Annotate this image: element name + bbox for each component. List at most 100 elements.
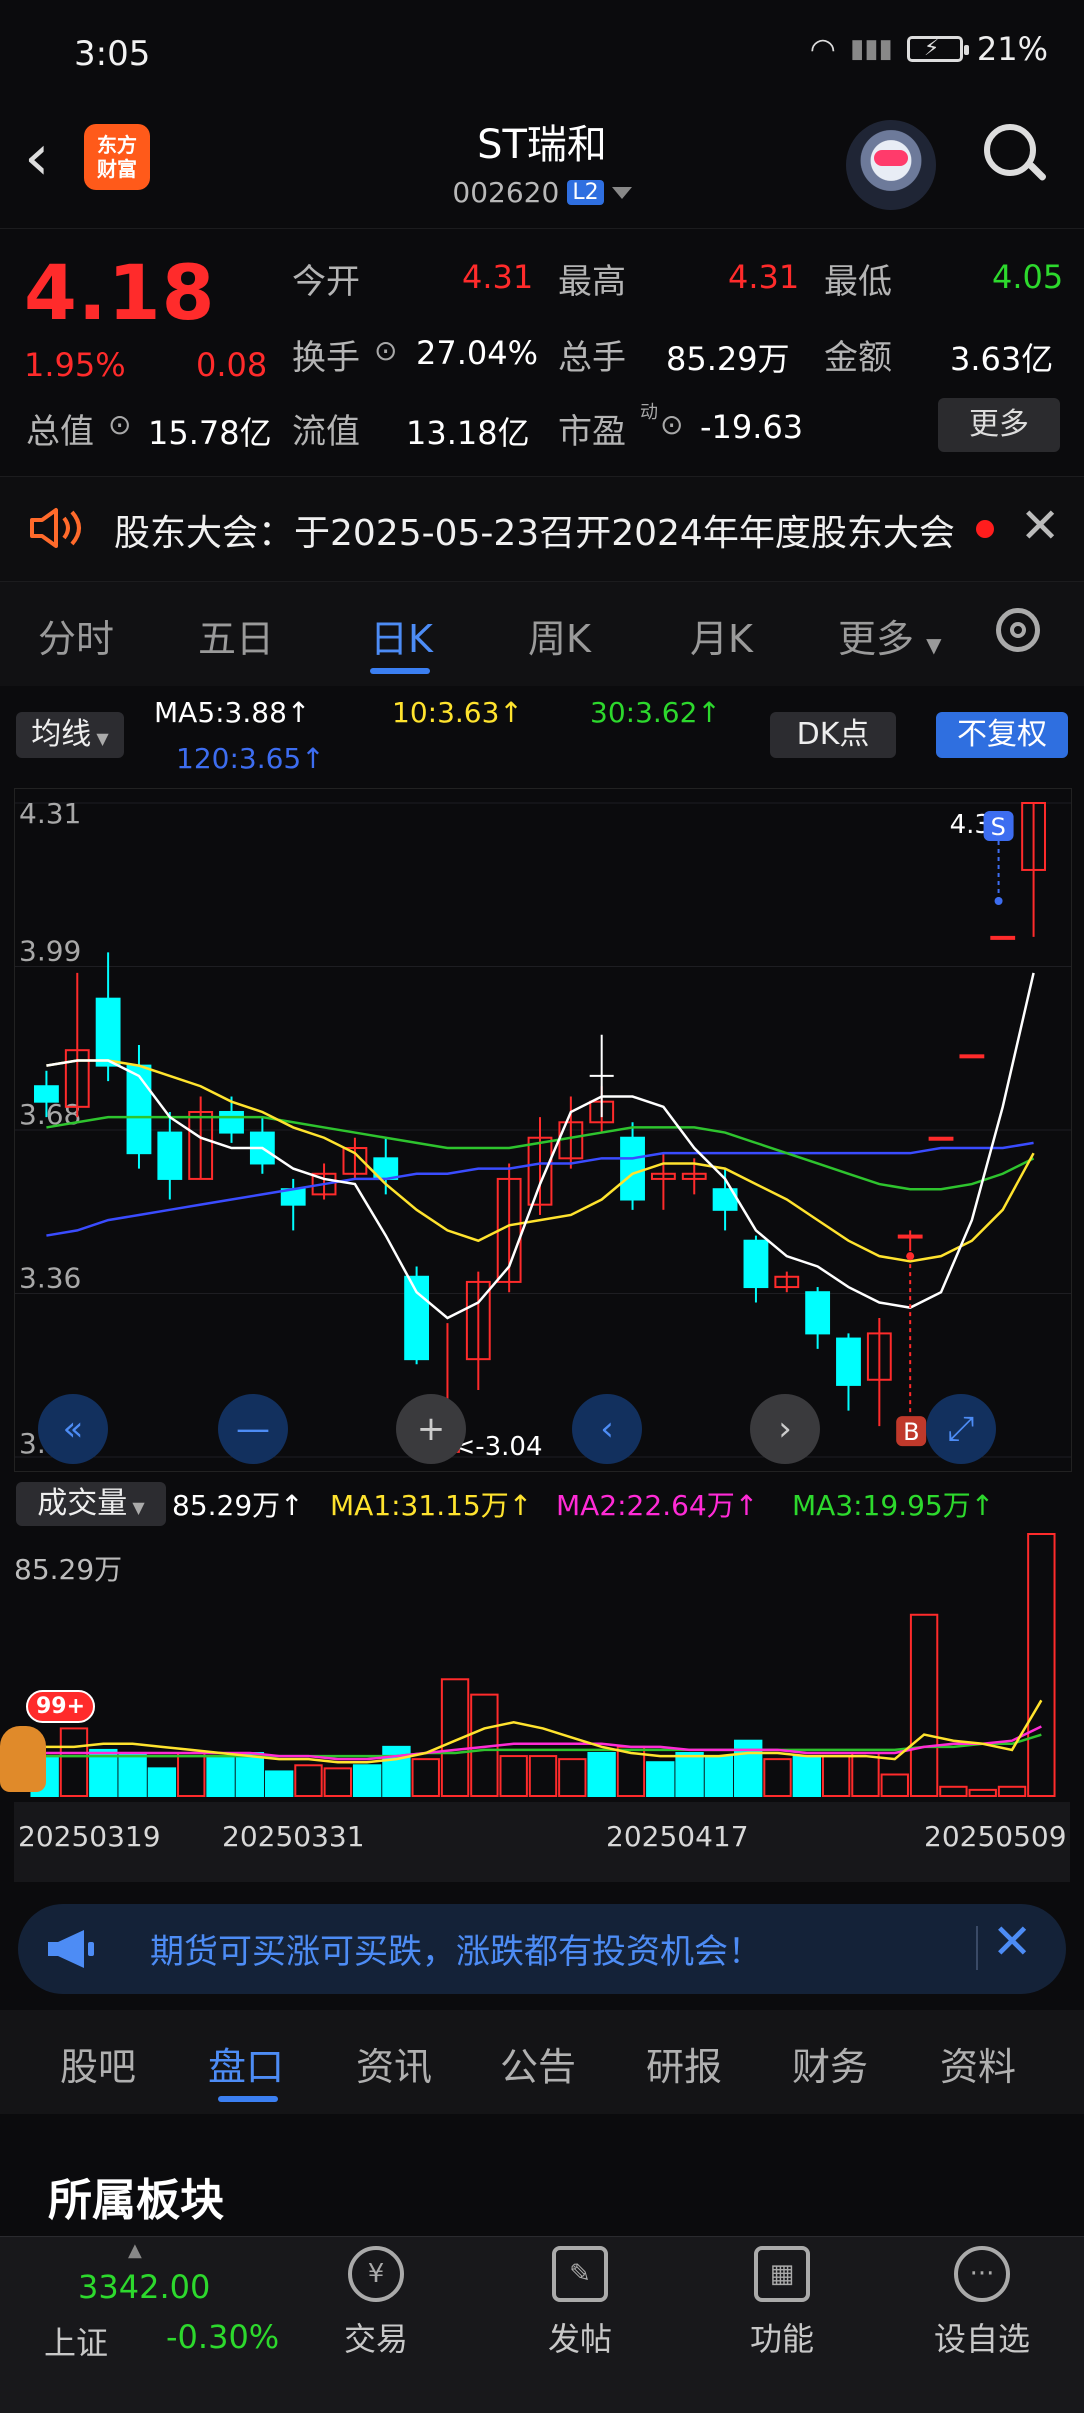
arrow-up-icon: ↑ [508,1489,533,1522]
ma-selector[interactable]: 均线 ▼ [16,712,124,758]
nav-add-watchlist[interactable]: ··· 设自选 [912,2246,1052,2360]
tab-financials[interactable]: 财务 [792,2036,868,2091]
speaker-icon [30,508,81,548]
ma30-text: 30:3.62 [590,696,698,729]
stock-name: ST瑞和 [477,122,607,168]
ma30-label: 30:3.62↑ [590,696,721,729]
tab-profile[interactable]: 资料 [940,2036,1016,2091]
fullscreen-icon[interactable]: ⤢ [926,1394,996,1464]
volume-bar [939,1785,968,1798]
index-value[interactable]: 3342.00 [78,2268,210,2306]
candle-body [959,1054,985,1059]
date-label: 20250331 [222,1820,365,1853]
grid-icon: ▦ [754,2246,810,2302]
vol-ma2-text: MA2:22.64万 [556,1489,735,1522]
back-icon[interactable]: ‹ [24,118,80,198]
mascot-face [0,1726,46,1792]
close-icon[interactable]: ✕ [992,1914,1032,1970]
arrow-up-icon: ↑ [499,696,523,729]
ma120-label: 120:3.65↑ [176,742,325,775]
tab-news[interactable]: 资讯 [356,2036,432,2091]
volume-bar [646,1761,675,1797]
index-change[interactable]: -0.30% [166,2318,279,2356]
chevron-left-icon[interactable]: ‹ [572,1394,642,1464]
mascot-icon[interactable]: 99+ [0,1690,96,1800]
promo-text: 期货可买涨可买跌，涨跌都有投资机会！ [150,1932,762,1972]
volume-bar [59,1727,89,1797]
volume-bar [997,1785,1027,1798]
candle-body [743,1239,769,1289]
volume-bar [294,1764,323,1798]
candle-body [404,1275,430,1361]
nav-post[interactable]: ✎ 发帖 [510,2246,650,2360]
tab-more[interactable]: 更多 ▼ [838,608,942,663]
candle-body [34,1085,59,1103]
candle-body [897,1234,923,1239]
tab-research[interactable]: 研报 [646,2036,722,2091]
arrow-up-icon: ↑ [970,1489,995,1522]
tab-five-day[interactable]: 五日 [198,608,274,663]
app-logo: 东方 财富 [84,124,150,190]
nav-trade[interactable]: ¥ 交易 [306,2246,446,2360]
tab-monthly-k[interactable]: 月K [690,608,753,663]
volume-indicator-selector[interactable]: 成交量 ▼ [16,1482,166,1526]
candle-body [620,1136,645,1201]
arrow-up-icon: ↑ [280,1489,304,1522]
tab-forum[interactable]: 股吧 [60,2036,136,2091]
tab-more-label: 更多 [838,617,915,661]
pe-superscript: 动 [640,402,658,423]
vol-ma3-text: MA3:19.95万 [792,1489,971,1522]
section-title: 所属板块 [48,2175,224,2226]
candle-body [836,1337,861,1386]
volume-bar [264,1770,294,1797]
candle-body [805,1291,831,1335]
pe-label: 市盈 [558,412,626,452]
logo-line1: 东方 [97,133,137,157]
tab-order-book[interactable]: 盘口 [208,2036,284,2091]
candle-body [928,1136,954,1141]
volume-chart[interactable] [14,1526,1070,1802]
volume-max-label: 85.29万 [14,1553,123,1586]
search-handle [1026,161,1048,182]
fast-back-icon[interactable]: « [38,1394,108,1464]
vol-now-text: 85.29万 [172,1489,281,1522]
logo-line2: 财富 [97,157,137,181]
amount-label: 金额 [824,338,892,378]
promo-divider [976,1926,978,1970]
dk-point-button[interactable]: DK点 [770,712,896,758]
kline-chart[interactable]: 4.313.993.683.363.044.31<-3.04SB [14,788,1072,1472]
ma120-text: 120:3.65 [176,742,302,775]
battery-level: 21% [976,30,1048,68]
sell-marker-label: S [991,813,1006,841]
tab-intraday[interactable]: 分时 [38,608,114,663]
chevron-right-icon[interactable]: › [750,1394,820,1464]
low-value: 4.05 [992,258,1064,296]
date-axis [14,1802,1070,1882]
no-adjust-button[interactable]: 不复权 [936,712,1068,758]
info-icon[interactable]: ⊙ [374,334,397,367]
volume-bar [206,1755,235,1797]
tab-weekly-k[interactable]: 周K [528,608,591,663]
date-label: 20250509 [924,1820,1067,1853]
yen-icon: ¥ [348,2246,404,2302]
close-icon[interactable]: ✕ [1020,498,1060,554]
tab-daily-k[interactable]: 日K [370,608,433,663]
pe-value: -19.63 [700,408,804,446]
chevron-down-icon: ▼ [127,1498,145,1517]
buy-marker-label: B [903,1418,919,1446]
stock-code: 002620 [452,176,560,209]
stock-code-selector[interactable]: 002620 L2 [400,176,684,209]
nav-functions[interactable]: ▦ 功能 [712,2246,852,2360]
info-icon[interactable]: ⊙ [660,408,683,441]
status-icons: ◠ ▮▮▮ ⚡ 21% [810,30,1048,68]
info-icon[interactable]: ⊙ [108,408,131,441]
zoom-in-icon[interactable]: + [396,1394,466,1464]
high-label: 最高 [558,262,626,302]
zoom-out-icon[interactable]: — [218,1394,288,1464]
volume-bar [323,1767,352,1798]
more-button[interactable]: 更多 [938,398,1060,452]
ma5-text: MA5:3.88 [154,696,287,729]
chevron-up-icon[interactable]: ▲ [128,2240,142,2261]
index-name[interactable]: 上证 [44,2318,108,2364]
tab-announcements[interactable]: 公告 [500,2036,576,2091]
